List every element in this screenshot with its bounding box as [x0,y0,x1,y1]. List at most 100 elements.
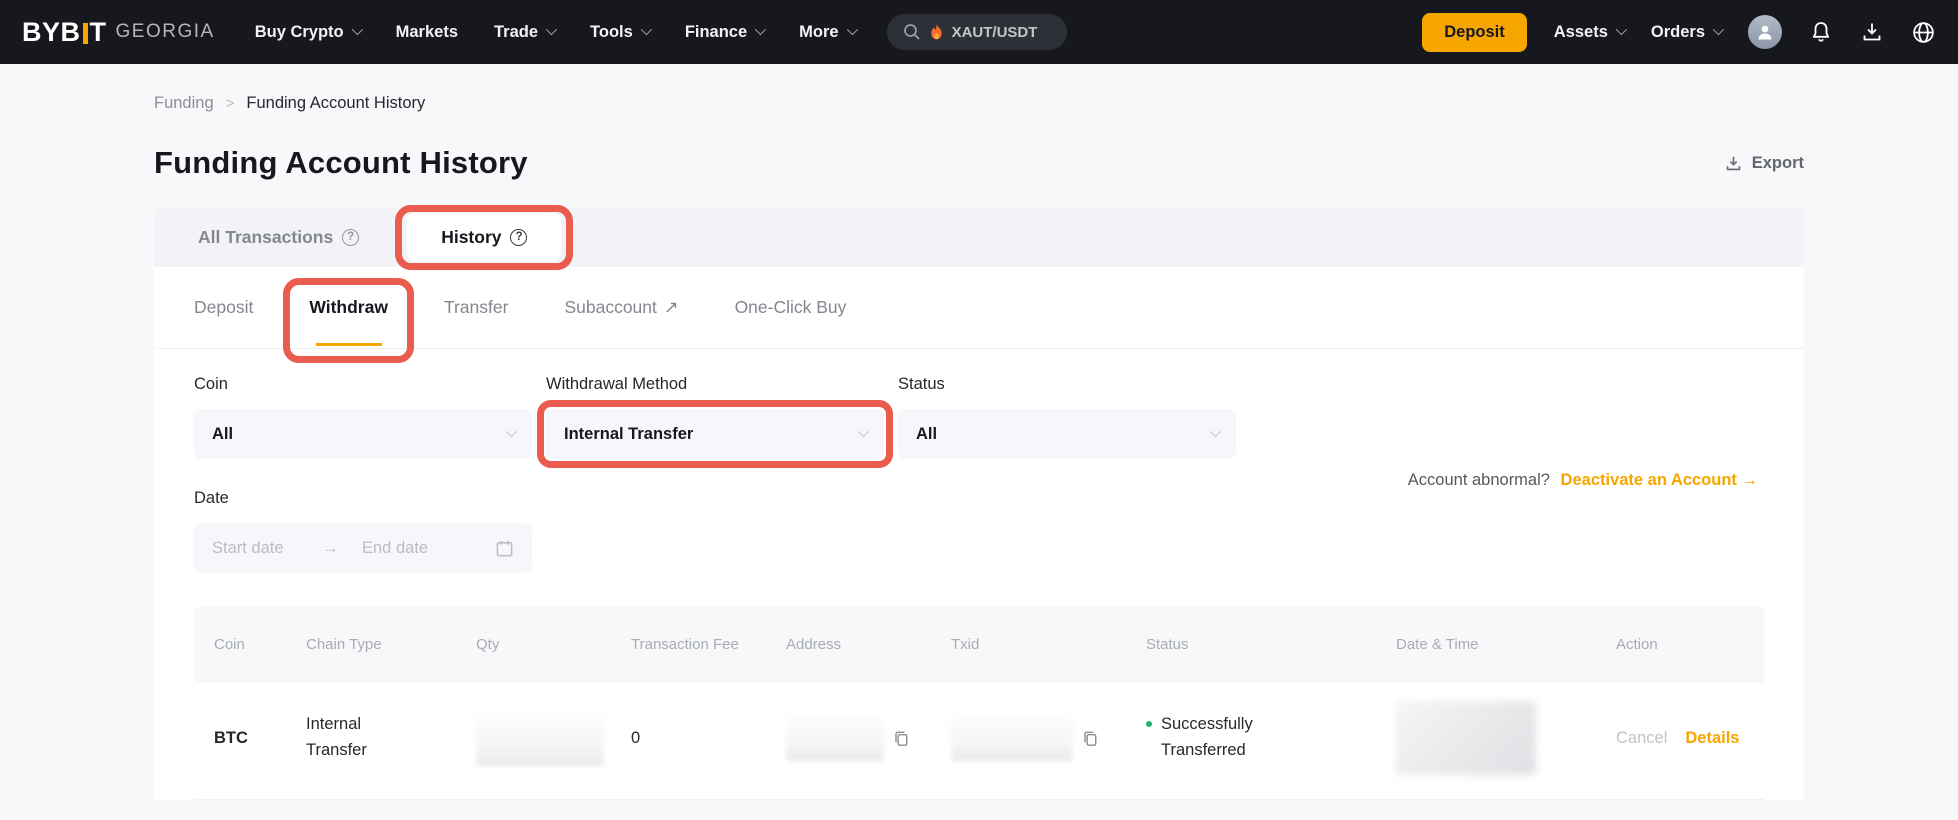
breadcrumb-current: Funding Account History [246,94,425,113]
col-transaction-fee: Transaction Fee [611,633,766,656]
col-action: Action [1596,633,1764,656]
row-fee: 0 [611,729,766,748]
menu-tools[interactable]: Tools [590,23,649,42]
table-header-row: Coin Chain Type Qty Transaction Fee Addr… [194,607,1764,683]
logo-text: BYB [22,17,81,48]
search-input[interactable]: XAUT/USDT [887,14,1067,50]
details-button[interactable]: Details [1685,729,1739,748]
date-filter-label: Date [194,489,1764,508]
page-title: Funding Account History [154,145,528,181]
chevron-down-icon [506,425,517,436]
coin-select[interactable]: All [194,409,532,459]
filters-section: Coin All Withdrawal Method Internal Tran… [154,349,1804,573]
date-filter: Date Start date → End date [194,489,1764,573]
withdrawal-method-select[interactable]: Internal Transfer [546,409,884,459]
subtab-withdraw[interactable]: Withdraw [309,267,388,348]
range-arrow-icon: → [322,539,362,558]
chevron-down-icon [641,23,652,34]
row-date-time [1376,701,1596,775]
subtab-transfer[interactable]: Transfer [444,267,509,348]
history-card: All Transactions ? History ? Deposit Wit… [154,207,1804,800]
withdrawal-method-label: Withdrawal Method [546,375,884,394]
status-select[interactable]: All [898,409,1236,459]
col-date-time: Date & Time [1376,633,1596,656]
menu-markets[interactable]: Markets [396,23,458,42]
user-avatar[interactable] [1748,15,1782,49]
top-nav: BYB T GEORGIA Buy Crypto Markets Trade T… [0,0,1958,64]
download-icon [1860,20,1884,44]
globe-icon [1911,20,1936,45]
subtab-subaccount[interactable]: Subaccount ↗ [564,267,678,348]
coin-filter: Coin All [194,375,532,459]
search-hot-pair: XAUT/USDT [952,24,1038,41]
chevron-down-icon [858,425,869,436]
menu-more[interactable]: More [799,23,854,42]
menu-finance[interactable]: Finance [685,23,763,42]
chevron-down-icon [1210,425,1221,436]
row-address [766,715,931,761]
col-address: Address [766,633,931,656]
menu-orders[interactable]: Orders [1651,23,1721,42]
status-filter-label: Status [898,375,1236,394]
tab-all-transactions[interactable]: All Transactions ? [154,207,403,267]
status-filter: Status All [898,375,1236,459]
bybit-logo[interactable]: BYB T GEORGIA [22,17,215,48]
copy-address-icon[interactable] [892,729,911,748]
filter-row: Coin All Withdrawal Method Internal Tran… [194,375,1764,459]
chevron-down-icon [846,23,857,34]
col-qty: Qty [456,633,611,656]
status-success-dot-icon [1146,721,1152,727]
top-tab-bar: All Transactions ? History ? [154,207,1804,267]
table-row: BTC Internal Transfer 0 [194,683,1764,800]
coin-filter-label: Coin [194,375,532,394]
export-button[interactable]: Export [1724,154,1804,173]
menu-buy-crypto[interactable]: Buy Crypto [255,23,360,42]
notifications-button[interactable] [1809,20,1833,44]
row-actions: Cancel Details [1596,729,1764,748]
redacted-qty [476,710,604,766]
chevron-down-icon [546,23,557,34]
breadcrumb-funding[interactable]: Funding [154,94,214,113]
row-coin: BTC [194,729,286,748]
calendar-icon[interactable] [495,539,514,558]
start-date-placeholder[interactable]: Start date [212,539,322,558]
help-icon[interactable]: ? [510,229,527,246]
subtab-one-click-buy[interactable]: One-Click Buy [735,267,847,348]
subtab-deposit[interactable]: Deposit [194,267,253,348]
active-tab-underline [316,343,382,347]
nav-right: Deposit Assets Orders [1422,13,1936,52]
menu-assets[interactable]: Assets [1554,23,1624,42]
copy-txid-icon[interactable] [1081,729,1100,748]
cancel-button[interactable]: Cancel [1616,729,1667,748]
redacted-address [786,715,884,761]
language-button[interactable] [1911,20,1936,45]
status-text: Successfully Transferred [1161,712,1276,763]
deactivate-account-link[interactable]: Deactivate an Account → [1561,471,1758,489]
deposit-button[interactable]: Deposit [1422,13,1527,52]
withdrawals-table: Coin Chain Type Qty Transaction Fee Addr… [194,607,1764,800]
logo-orange-bar-icon [83,23,88,44]
col-status: Status [1126,633,1376,656]
main-menu: Buy Crypto Markets Trade Tools Finance M… [255,23,855,42]
end-date-placeholder[interactable]: End date [362,539,495,558]
menu-trade[interactable]: Trade [494,23,554,42]
chevron-down-icon [1713,23,1724,34]
row-status: Successfully Transferred [1126,712,1376,763]
export-icon [1724,154,1743,173]
tab-history[interactable]: History ? [407,213,561,261]
page-header: Funding Account History Export [154,145,1804,181]
breadcrumb-separator-icon: > [226,95,235,112]
download-app-button[interactable] [1860,20,1884,44]
page-content: Funding > Funding Account History Fundin… [154,94,1804,800]
help-icon[interactable]: ? [342,229,359,246]
date-range-picker[interactable]: Start date → End date [194,523,532,573]
sub-tab-bar: Deposit Withdraw Transfer Subaccount ↗ O… [154,267,1804,349]
redacted-date-time [1396,701,1536,775]
person-icon [1755,22,1775,42]
row-txid [931,715,1126,761]
external-link-icon: ↗ [664,297,679,318]
bell-icon [1809,20,1833,44]
logo-text-2: T [90,17,107,48]
col-coin: Coin [194,633,286,656]
col-txid: Txid [931,633,1126,656]
